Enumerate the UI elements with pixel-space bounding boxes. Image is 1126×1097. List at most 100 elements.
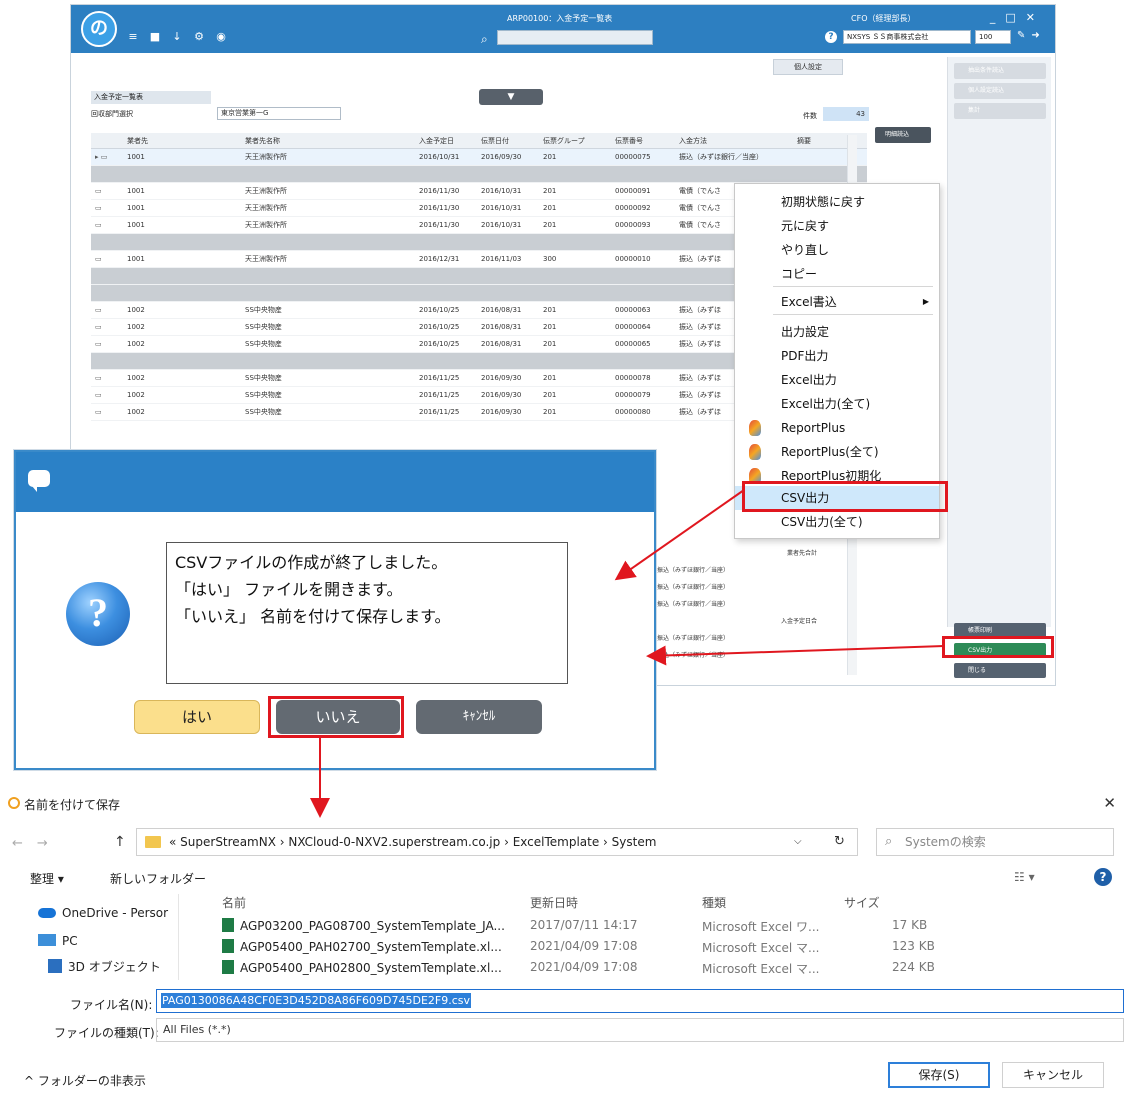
nav-item-onedrive[interactable]: OneDrive - Persor: [38, 906, 168, 920]
view-options-icon[interactable]: ☷ ▾: [1014, 870, 1035, 884]
cancel-button[interactable]: ｷｬﾝｾﾙ: [416, 700, 542, 734]
col-name-header[interactable]: 名前: [222, 894, 246, 911]
collapse-toggle-button[interactable]: ▼: [479, 89, 543, 105]
col-date-header[interactable]: 更新日時: [530, 894, 578, 911]
close-icon[interactable]: ✕: [1103, 794, 1116, 812]
info-icon[interactable]: ◉: [215, 31, 227, 43]
help-icon[interactable]: ?: [825, 31, 837, 43]
gear-icon[interactable]: ⚙: [193, 31, 205, 43]
context-menu-item[interactable]: PDF出力: [735, 344, 939, 368]
context-menu-item[interactable]: コピー: [735, 262, 939, 286]
nav-scrollbar[interactable]: [178, 894, 194, 980]
side-button-load-personal[interactable]: 個人設定読込: [954, 83, 1046, 99]
download-icon[interactable]: ↓: [171, 31, 183, 43]
filename-input[interactable]: PAG0130086A48CF0E3D452D8A86F609D745DE2F9…: [156, 989, 1124, 1013]
col-type-header[interactable]: 種類: [702, 894, 726, 911]
context-menu-item[interactable]: ReportPlus(全て): [735, 440, 939, 464]
up-arrow-icon[interactable]: ↑: [114, 834, 126, 850]
cell-group: 300: [543, 255, 557, 263]
context-menu-label: Excel出力(全て): [781, 397, 871, 411]
reportplus-icon: [749, 420, 761, 436]
nav-item-3d-objects[interactable]: 3D オブジェクト: [48, 958, 161, 975]
pc-icon: [38, 934, 56, 946]
submenu-arrow-icon: ▶: [922, 297, 929, 306]
context-menu-item[interactable]: Excel書込 ▶: [735, 290, 939, 314]
payment-method-cell: 振込（みずほ銀行／当座）: [657, 635, 730, 642]
window-title: ARP00100：入金予定一覧表: [507, 14, 613, 23]
context-menu-item[interactable]: Excel出力(全て): [735, 392, 939, 416]
side-button-load-conditions[interactable]: 抽出条件読込: [954, 63, 1046, 79]
grid-header-code[interactable]: 業者先: [127, 133, 148, 149]
row-marker: ▭: [95, 340, 102, 348]
cell-slip-date: 2016/08/31: [481, 306, 522, 314]
no-button-highlight-box: [268, 696, 404, 738]
context-menu-label: 出力設定: [781, 325, 830, 339]
company-select[interactable]: NXSYS ＳＳ商事株式会社: [843, 30, 971, 44]
cell-slip-date: 2016/11/03: [481, 255, 522, 263]
refresh-icon[interactable]: ↻: [834, 834, 845, 849]
logout-icon[interactable]: ✎➜: [1017, 30, 1046, 41]
grid-header-no[interactable]: 伝票番号: [615, 133, 643, 149]
chevron-down-icon[interactable]: ⌵: [794, 836, 802, 847]
file-size-text: 224 KB: [892, 960, 935, 974]
nav-item-label: PC: [62, 934, 78, 948]
row-marker: ▭: [95, 221, 102, 229]
context-menu-item[interactable]: Excel出力: [735, 368, 939, 392]
context-menu-item[interactable]: CSV出力(全て): [735, 510, 939, 534]
back-forward-icons[interactable]: ←→: [12, 836, 62, 851]
save-cancel-button[interactable]: キャンセル: [1002, 1062, 1104, 1088]
help-icon[interactable]: ?: [1094, 868, 1112, 886]
grid-header-method[interactable]: 入金方法: [679, 133, 707, 149]
side-button-aggregate[interactable]: 集計: [954, 103, 1046, 119]
table-row[interactable]: ▸ ▭ 1001 天王洲製作所 2016/10/31 2016/09/30 201 0000…: [91, 149, 867, 166]
nav-item-pc[interactable]: PC: [38, 934, 78, 948]
count-label: 件数: [803, 112, 817, 120]
scale-select[interactable]: 100: [975, 30, 1011, 44]
file-name[interactable]: AGP05400_PAH02800_SystemTemplate.xl...: [222, 960, 502, 975]
table-row[interactable]: [91, 166, 867, 183]
new-folder-button[interactable]: 新しいフォルダー: [110, 870, 206, 887]
close-button[interactable]: 閉じる: [954, 663, 1046, 678]
context-menu-item[interactable]: やり直し: [735, 238, 939, 262]
cell-name: 天王洲製作所: [245, 221, 287, 229]
cell-no: 00000075: [615, 153, 651, 161]
context-menu-item[interactable]: 初期状態に戻す: [735, 190, 939, 214]
file-name[interactable]: AGP03200_PAG08700_SystemTemplate_JA...: [222, 918, 505, 933]
dialog-title-bar: [16, 452, 654, 512]
organize-menu[interactable]: 整理 ▾: [30, 870, 64, 887]
chat-bubble-icon: [28, 470, 50, 492]
window-controls[interactable]: _□✕: [990, 11, 1045, 24]
filetype-select[interactable]: All Files (*.*): [156, 1018, 1124, 1042]
cell-date: 2016/10/31: [419, 153, 460, 161]
folder-icon[interactable]: ■: [149, 31, 161, 43]
binoculars-icon[interactable]: ⌕: [481, 32, 488, 47]
cell-slip-date: 2016/10/31: [481, 221, 522, 229]
folder-search-input[interactable]: ⌕ Systemの検索: [876, 828, 1114, 856]
address-bar[interactable]: « SuperStreamNX › NXCloud-0-NXV2.superst…: [136, 828, 858, 856]
grid-header-date[interactable]: 入金予定日: [419, 133, 454, 149]
dept-label: 回収部門選択: [91, 110, 133, 118]
dialog-message: CSVファイルの作成が終了しました。 「はい」 ファイルを開きます。 「いいえ」…: [166, 542, 568, 684]
grid-header-name[interactable]: 業者先名称: [245, 133, 280, 149]
hide-folders-toggle[interactable]: ^ フォルダーの非表示: [24, 1072, 146, 1089]
context-menu-item[interactable]: ReportPlus: [735, 416, 939, 440]
grid-header-group[interactable]: 伝票グループ: [543, 133, 585, 149]
personal-settings-button[interactable]: 個人設定: [773, 59, 843, 75]
col-size-header[interactable]: サイズ: [844, 894, 880, 911]
cell-no: 00000078: [615, 374, 651, 382]
file-name[interactable]: AGP05400_PAH02700_SystemTemplate.xl...: [222, 939, 502, 954]
menu-icon[interactable]: ≡: [127, 31, 139, 43]
detail-load-button[interactable]: 明細読込: [875, 127, 931, 143]
save-button[interactable]: 保存(S): [888, 1062, 990, 1088]
title-bar: の ≡ ■ ↓ ⚙ ◉ ARP00100：入金予定一覧表 ⌕ CFO（経理部長）…: [71, 5, 1055, 53]
dept-select[interactable]: 東京営業第一G: [217, 107, 341, 120]
cell-name: 天王洲製作所: [245, 204, 287, 212]
cell-date: 2016/10/25: [419, 306, 460, 314]
yes-button[interactable]: はい: [134, 700, 260, 734]
menu-search-input[interactable]: [497, 30, 653, 45]
grid-header-slip-date[interactable]: 伝票日付: [481, 133, 509, 149]
file-type: Microsoft Excel マ...: [702, 960, 819, 977]
context-menu-item[interactable]: 元に戻す: [735, 214, 939, 238]
grid-header-memo[interactable]: 摘要: [797, 133, 811, 149]
context-menu-item[interactable]: 出力設定: [735, 320, 939, 344]
